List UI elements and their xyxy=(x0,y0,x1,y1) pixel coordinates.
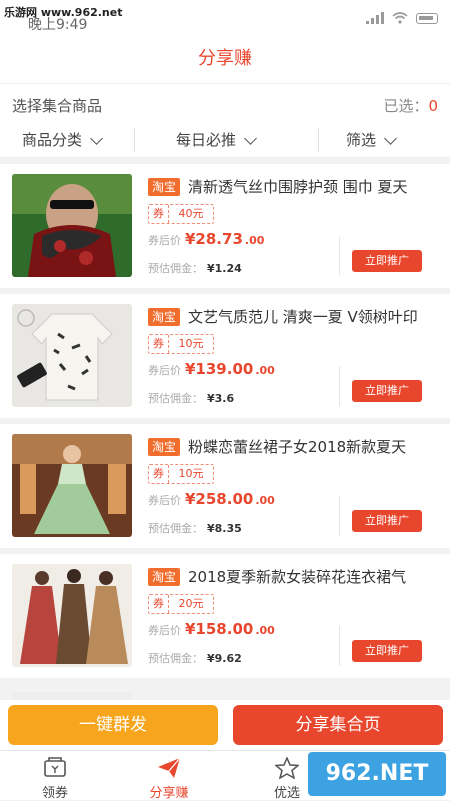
product-title: 2018夏季新款女装碎花连衣裙气 xyxy=(188,568,407,586)
coupon-badge: 券 20元 xyxy=(148,594,214,614)
price-row: 券后价 ¥258.00 .00 xyxy=(148,490,275,508)
system-icons xyxy=(366,12,438,24)
price-row: 券后价 ¥158.00 .00 xyxy=(148,620,275,638)
commission-row: 预估佣金： ¥9.62 xyxy=(148,650,242,666)
product-card[interactable]: 淘宝 粉蝶恋蕾丝裙子女2018新款夏天 券 10元 券后价 ¥258.00 .00… xyxy=(0,424,450,548)
product-title: 粉蝶恋蕾丝裙子女2018新款夏天 xyxy=(188,438,407,456)
price-decimal: .00 xyxy=(255,494,275,507)
status-bar: 乐游网 www.962.net 晚上9:49 xyxy=(0,0,450,34)
price-value: ¥139.00 xyxy=(185,360,254,378)
chevron-down-icon xyxy=(244,131,257,145)
divider xyxy=(134,128,135,152)
product-image xyxy=(12,564,132,667)
product-image xyxy=(12,174,132,277)
chevron-down-icon xyxy=(384,131,397,145)
paper-plane-icon xyxy=(158,757,181,778)
taobao-tag: 淘宝 xyxy=(148,178,180,196)
price-decimal: .00 xyxy=(244,234,265,247)
product-title: 清新透气丝巾围脖护颈 围巾 夏天 xyxy=(188,178,408,196)
coupon-badge: 券 10元 xyxy=(148,464,214,484)
price-row: 券后价 ¥139.00 .00 xyxy=(148,360,275,378)
coupon-badge: 券 40元 xyxy=(148,204,214,224)
battery-icon xyxy=(416,12,438,24)
tab-coupons[interactable]: 领券 xyxy=(10,751,100,801)
962-logo-watermark: 962.NET xyxy=(308,752,446,796)
selected-count: 已选：0 xyxy=(383,97,438,115)
signal-icon xyxy=(366,12,384,24)
filter-category-label: 商品分类 xyxy=(22,131,83,149)
filter-daily-pick[interactable]: 每日必推 xyxy=(176,122,257,158)
price-decimal: .00 xyxy=(255,364,275,377)
product-card[interactable]: 淘宝 文艺气质范儿 清爽一夏 V领树叶印 券 10元 券后价 ¥139.00 .0… xyxy=(0,294,450,418)
price-value: ¥158.00 xyxy=(185,620,254,638)
commission-label: 预估佣金： xyxy=(148,392,203,405)
filter-category[interactable]: 商品分类 xyxy=(22,122,103,158)
filter-screen[interactable]: 筛选 xyxy=(346,122,397,158)
chevron-down-icon xyxy=(90,131,103,145)
commission-label: 预估佣金： xyxy=(148,652,203,665)
divider xyxy=(339,366,340,406)
promote-button[interactable]: 立即推广 xyxy=(352,250,422,272)
taobao-tag: 淘宝 xyxy=(148,308,180,326)
wifi-icon xyxy=(392,12,408,24)
filter-screen-label: 筛选 xyxy=(346,131,377,149)
price-value: ¥28.73 xyxy=(185,230,243,248)
select-products-label: 选择集合商品 xyxy=(12,97,103,115)
coupon-icon xyxy=(44,757,66,777)
divider xyxy=(318,128,319,152)
price-decimal: .00 xyxy=(255,624,275,637)
price-value: ¥258.00 xyxy=(185,490,254,508)
product-title: 文艺气质范儿 清爽一夏 V领树叶印 xyxy=(188,308,418,326)
tab-label: 分享赚 xyxy=(149,786,189,801)
product-image xyxy=(12,434,132,537)
price-label: 券后价 xyxy=(148,234,181,247)
divider xyxy=(339,496,340,536)
commission-value: ¥8.35 xyxy=(207,522,242,535)
commission-row: 预估佣金： ¥1.24 xyxy=(148,260,242,276)
taobao-tag: 淘宝 xyxy=(148,438,180,456)
commission-label: 预估佣金： xyxy=(148,262,203,275)
commission-value: ¥9.62 xyxy=(207,652,242,665)
promote-button[interactable]: 立即推广 xyxy=(352,510,422,532)
status-time: 晚上9:49 xyxy=(28,17,88,33)
promote-button[interactable]: 立即推广 xyxy=(352,380,422,402)
product-image xyxy=(12,304,132,407)
coupon-badge: 券 10元 xyxy=(148,334,214,354)
price-row: 券后价 ¥28.73 .00 xyxy=(148,230,264,248)
price-label: 券后价 xyxy=(148,624,181,637)
price-label: 券后价 xyxy=(148,494,181,507)
divider xyxy=(339,236,340,276)
filter-daily-pick-label: 每日必推 xyxy=(176,131,237,149)
promote-button[interactable]: 立即推广 xyxy=(352,640,422,662)
share-collection-button[interactable]: 分享集合页 xyxy=(233,705,443,745)
tab-share-earn[interactable]: 分享赚 xyxy=(124,751,214,801)
page-title: 分享赚 xyxy=(0,34,450,84)
commission-value: ¥3.6 xyxy=(207,392,235,405)
product-card[interactable]: 淘宝 2018夏季新款女装碎花连衣裙气 券 20元 券后价 ¥158.00 .00… xyxy=(0,554,450,678)
bulk-send-button[interactable]: 一键群发 xyxy=(8,705,218,745)
filter-bar: 商品分类 每日必推 筛选 xyxy=(0,122,450,158)
taobao-tag: 淘宝 xyxy=(148,568,180,586)
divider xyxy=(339,626,340,666)
action-bar: 一键群发 分享集合页 xyxy=(0,700,450,750)
commission-row: 预估佣金： ¥8.35 xyxy=(148,520,242,536)
commission-row: 预估佣金： ¥3.6 xyxy=(148,390,234,406)
price-label: 券后价 xyxy=(148,364,181,377)
commission-label: 预估佣金： xyxy=(148,522,203,535)
selection-row: 选择集合商品 已选：0 xyxy=(0,84,450,122)
product-card[interactable]: 淘宝 清新透气丝巾围脖护颈 围巾 夏天 券 40元 券后价 ¥28.73 .00 … xyxy=(0,164,450,288)
star-icon xyxy=(275,757,299,779)
tab-label: 领券 xyxy=(41,786,68,801)
commission-value: ¥1.24 xyxy=(207,262,242,275)
